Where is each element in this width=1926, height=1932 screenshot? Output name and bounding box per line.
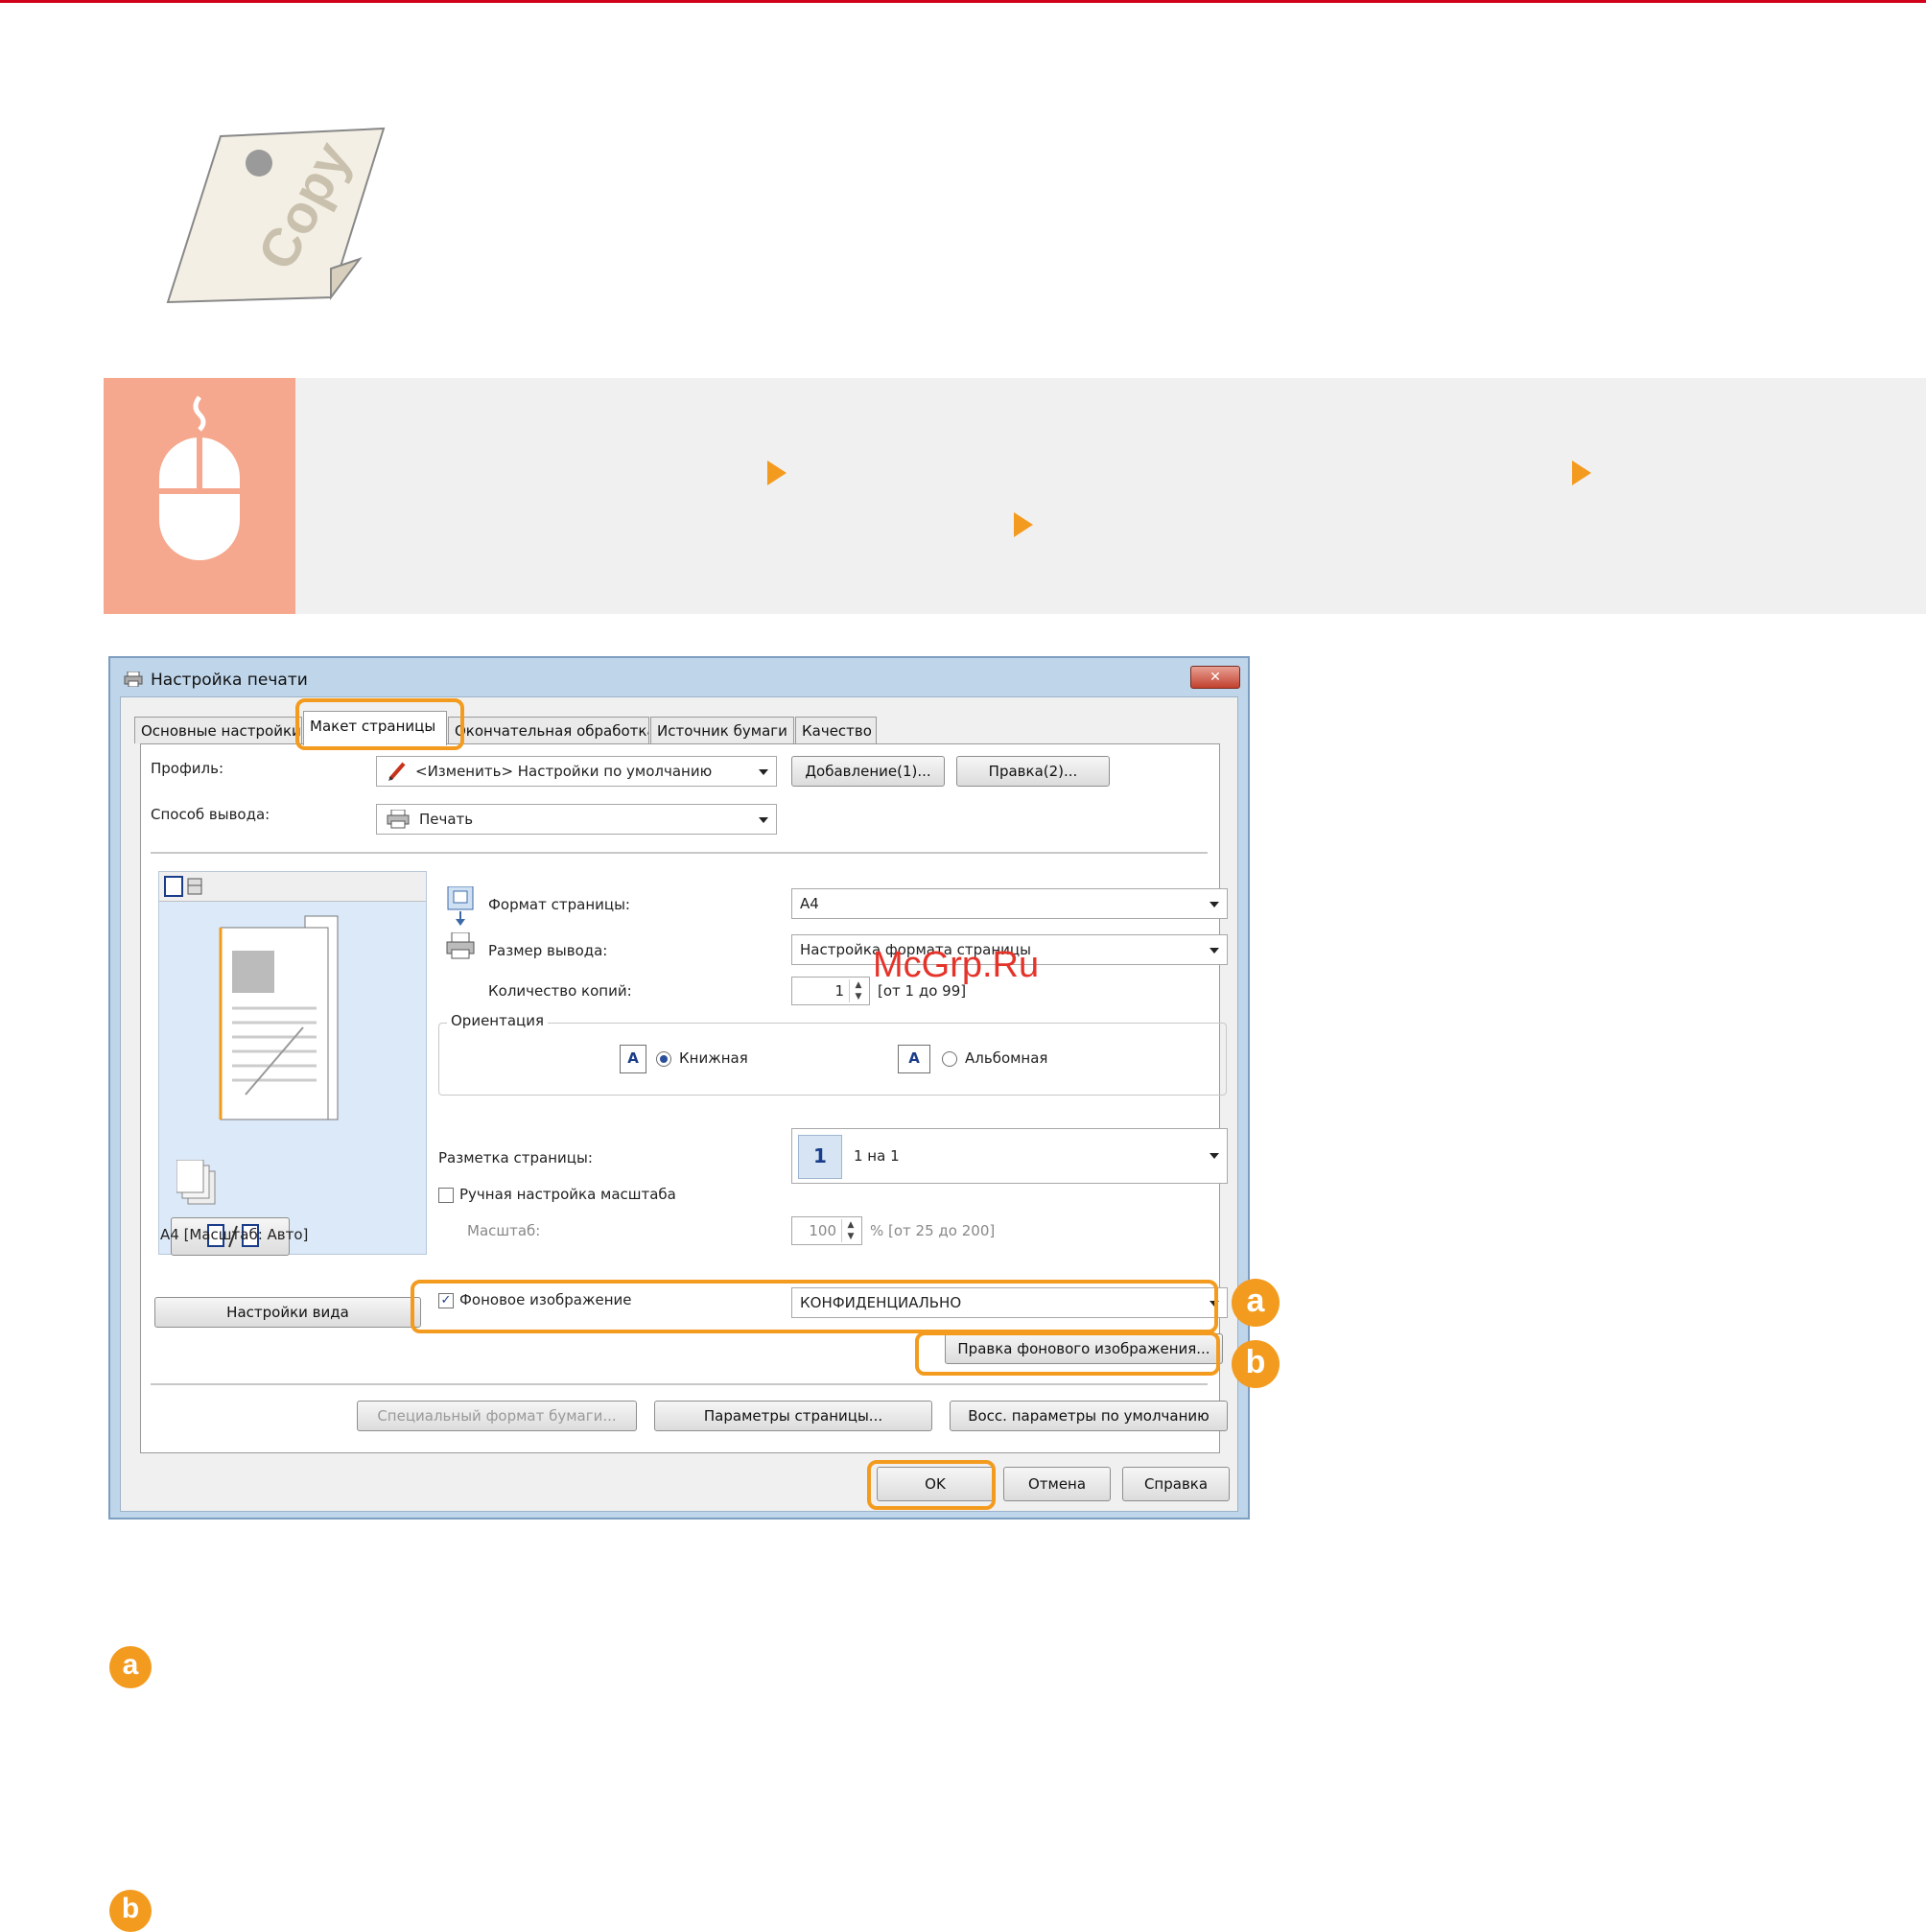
portrait-label: Книжная <box>679 1049 748 1067</box>
scale-value: 100 <box>809 1222 836 1239</box>
profile-value: <Изменить> Настройки по умолчанию <box>415 763 713 780</box>
dialog-title: Настройка печати <box>151 671 308 690</box>
tab-paper-source[interactable]: Источник бумаги <box>650 717 794 743</box>
mouse-icon-box <box>104 378 295 614</box>
tab-basic-settings[interactable]: Основные настройки <box>134 717 302 743</box>
chevron-down-icon <box>759 769 768 775</box>
preview-caption: A4 [Масштаб: Авто] <box>160 1226 309 1243</box>
printer-icon <box>387 810 410 829</box>
page-size-value: A4 <box>800 895 819 912</box>
copies-stepper[interactable]: 1 ▲ ▼ <box>791 977 870 1005</box>
page-layout-label: Разметка страницы: <box>438 1149 593 1166</box>
step-arrow-1 <box>767 460 787 485</box>
profile-label: Профиль: <box>151 760 224 777</box>
legend-marker-a: a <box>109 1646 152 1688</box>
close-button[interactable]: ✕ <box>1190 666 1240 689</box>
page-layout-select[interactable]: 1 1 на 1 <box>791 1128 1228 1184</box>
spin-arrows-icon[interactable]: ▲ ▼ <box>841 1219 859 1242</box>
page-size-select[interactable]: A4 <box>791 888 1228 919</box>
copies-value: 1 <box>834 982 844 1000</box>
site-watermark: McGrp.Ru <box>873 945 1040 985</box>
manual-scaling-label: Ручная настройка масштаба <box>459 1186 676 1203</box>
spin-arrows-icon[interactable]: ▲ ▼ <box>849 979 867 1002</box>
page-preview-image <box>219 915 339 1120</box>
copy-document-icon: Copy <box>166 127 386 304</box>
dialog-client: Основные настройки Макет страницы Оконча… <box>120 696 1238 1512</box>
legend-marker-b: b <box>109 1890 152 1932</box>
tab-quality[interactable]: Качество <box>795 717 877 743</box>
printer-icon <box>124 671 143 687</box>
mouse-icon <box>159 395 240 560</box>
landscape-label: Альбомная <box>965 1049 1048 1067</box>
add-profile-button[interactable]: Добавление(1)... <box>791 756 945 787</box>
page-layout-value: 1 на 1 <box>854 1147 900 1165</box>
page-options-button[interactable]: Параметры страницы... <box>654 1401 932 1431</box>
profile-select[interactable]: <Изменить> Настройки по умолчанию <box>376 756 777 787</box>
output-method-select[interactable]: Печать <box>376 804 777 835</box>
step-arrow-2 <box>1572 460 1591 485</box>
portrait-radio[interactable] <box>656 1051 671 1067</box>
top-accent-line <box>0 0 1926 3</box>
portrait-icon: A <box>620 1045 646 1073</box>
separator-bottom <box>151 1383 1208 1385</box>
view-settings-button[interactable]: Настройки вида <box>154 1297 421 1328</box>
output-size-label: Размер вывода: <box>488 942 608 959</box>
stacked-pages-icon <box>176 1160 216 1205</box>
page-preview-panel <box>158 871 427 1256</box>
chevron-down-icon <box>1210 948 1219 954</box>
custom-paper-size-button[interactable]: Специальный формат бумаги... <box>357 1401 637 1431</box>
chevron-down-icon <box>1210 902 1219 907</box>
output-size-icon <box>446 932 475 959</box>
separator-top <box>151 852 1208 854</box>
scale-label: Масштаб: <box>467 1222 541 1239</box>
preview-view-toggle[interactable] <box>159 872 426 902</box>
highlight-ok-button <box>867 1460 996 1510</box>
cancel-button[interactable]: Отмена <box>1003 1467 1111 1501</box>
tab-finishing[interactable]: Окончательная обработка <box>448 717 649 743</box>
highlight-edit-watermark <box>915 1331 1220 1376</box>
output-method-label: Способ вывода: <box>151 806 270 823</box>
scale-stepper[interactable]: 100 ▲ ▼ <box>791 1216 862 1245</box>
page-size-icon <box>447 886 474 926</box>
chevron-down-icon <box>759 817 768 823</box>
highlight-page-setup-tab <box>295 698 464 750</box>
help-button[interactable]: Справка <box>1122 1467 1230 1501</box>
procedure-bar <box>104 378 1926 614</box>
pencil-icon <box>388 762 406 781</box>
dialog-titlebar[interactable]: Настройка печати ✕ <box>110 658 1248 696</box>
landscape-icon: A <box>898 1045 930 1073</box>
page-size-label: Формат страницы: <box>488 896 630 913</box>
restore-defaults-button[interactable]: Восс. параметры по умолчанию <box>950 1401 1228 1431</box>
callout-marker-b: b <box>1232 1340 1280 1388</box>
highlight-watermark-row <box>411 1280 1218 1333</box>
orientation-group: Ориентация A Книжная A Альбомная <box>438 1012 1227 1096</box>
output-method-value: Печать <box>419 811 474 828</box>
manual-scaling-checkbox[interactable] <box>438 1188 454 1203</box>
layout-1-icon: 1 <box>798 1135 842 1179</box>
copies-label: Количество копий: <box>488 982 632 1000</box>
preview-mode-icon <box>164 876 202 897</box>
orientation-label: Ориентация <box>447 1012 549 1029</box>
callout-marker-a: a <box>1232 1279 1280 1327</box>
landscape-radio[interactable] <box>942 1051 957 1067</box>
edit-profile-button[interactable]: Правка(2)... <box>956 756 1110 787</box>
step-arrow-3 <box>1014 512 1033 537</box>
scale-range: % [от 25 до 200] <box>870 1222 996 1239</box>
chevron-down-icon <box>1210 1153 1219 1159</box>
print-settings-dialog: Настройка печати ✕ Основные настройки Ма… <box>108 656 1250 1520</box>
